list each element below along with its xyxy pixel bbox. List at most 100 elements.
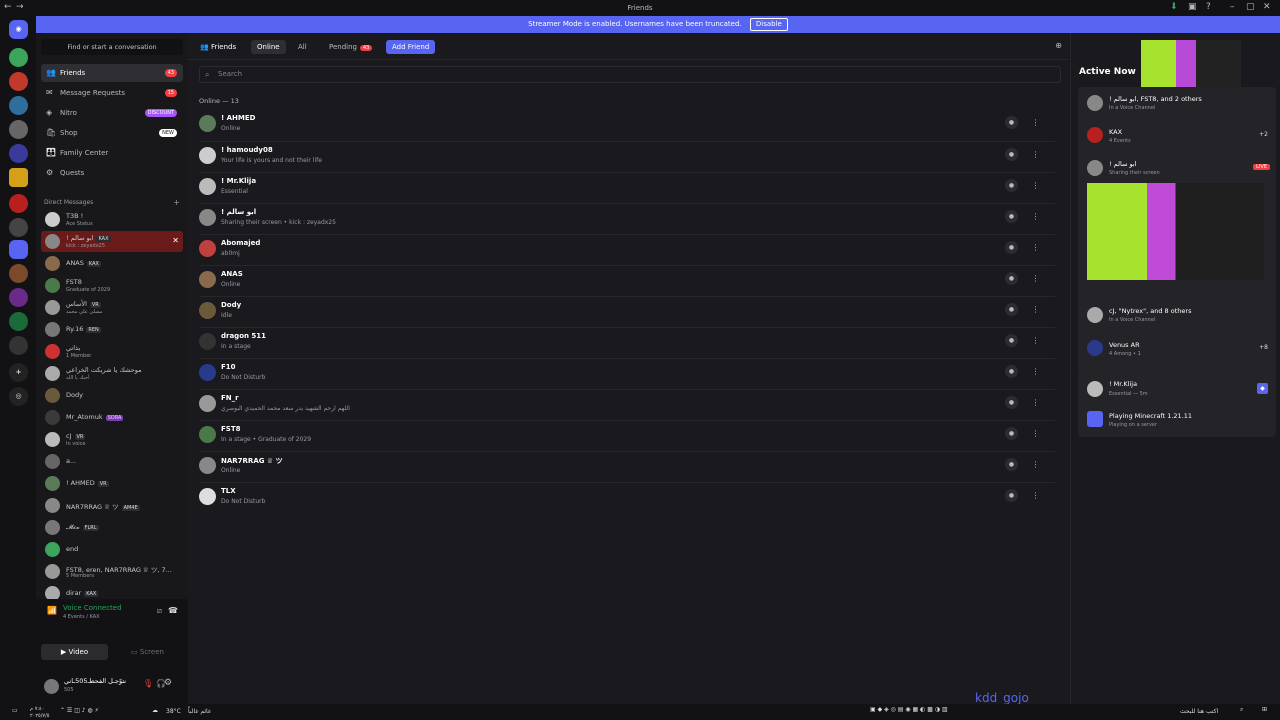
server-icon[interactable] bbox=[9, 312, 28, 331]
nav-shop[interactable]: 🛍 Shop NEW bbox=[41, 124, 183, 142]
stream-preview-overlay[interactable] bbox=[1141, 40, 1241, 93]
server-icon[interactable] bbox=[9, 72, 28, 91]
new-group-dm-icon[interactable]: ⊕ bbox=[1055, 41, 1062, 50]
maximize-icon[interactable]: ▢ bbox=[1246, 2, 1255, 12]
dm-item[interactable]: cJ VR In voice bbox=[41, 429, 183, 450]
taskbar-apps[interactable]: ▣ ◆ ◈ ◎ ▤ ◉ ▦ ◐ ▩ ◑ ▥ bbox=[870, 706, 948, 713]
friend-row[interactable]: ! ابو سالم Sharing their screen • kick : … bbox=[199, 203, 1055, 234]
close-dm-icon[interactable]: ✕ bbox=[172, 236, 179, 245]
more-icon[interactable]: ⋮ bbox=[1029, 210, 1042, 223]
disconnect-icon[interactable]: ☎ bbox=[168, 606, 178, 615]
server-icon[interactable] bbox=[9, 264, 28, 283]
message-icon[interactable]: ● bbox=[1005, 148, 1018, 161]
more-icon[interactable]: ⋮ bbox=[1029, 272, 1042, 285]
search-icon[interactable]: ⌕ bbox=[1240, 706, 1243, 714]
message-icon[interactable]: ● bbox=[1005, 489, 1018, 502]
friend-row[interactable]: NAR7RRAG ♕ ツ Online ● ⋮ bbox=[199, 451, 1055, 482]
add-server-icon[interactable]: + bbox=[9, 363, 28, 382]
taskbar-search[interactable]: اكتب هنا للبحث bbox=[1180, 708, 1218, 715]
friend-row[interactable]: Dody Idle ● ⋮ bbox=[199, 296, 1055, 327]
inbox-icon[interactable]: ▣ bbox=[1188, 2, 1197, 12]
dm-item[interactable]: FST8, eren, NAR7RRAG ♕ ツ, 7... 5 Members bbox=[41, 561, 183, 582]
message-icon[interactable]: ● bbox=[1005, 179, 1018, 192]
message-icon[interactable]: ● bbox=[1005, 272, 1018, 285]
message-icon[interactable]: ● bbox=[1005, 334, 1018, 347]
server-icon[interactable] bbox=[9, 194, 28, 213]
server-icon[interactable] bbox=[9, 218, 28, 237]
nav-message-requests[interactable]: ✉ Message Requests 15 bbox=[41, 84, 183, 102]
stream-preview[interactable] bbox=[1087, 183, 1264, 280]
dm-item[interactable]: ANAS KAX bbox=[41, 253, 183, 274]
server-icon[interactable] bbox=[9, 120, 28, 139]
friend-row[interactable]: F10 Do Not Disturb ● ⋮ bbox=[199, 358, 1055, 389]
noise-suppression-icon[interactable]: ⧄ bbox=[157, 606, 162, 616]
tab-online[interactable]: Online bbox=[251, 40, 286, 54]
mute-icon[interactable]: 🎙 bbox=[143, 679, 153, 688]
start-icon[interactable]: ⊞ bbox=[1262, 706, 1267, 713]
more-icon[interactable]: ⋮ bbox=[1029, 458, 1042, 471]
dm-item[interactable]: الأساس VR مسلي علي محمد bbox=[41, 297, 183, 318]
search-input[interactable]: ⌕ Search bbox=[199, 66, 1061, 83]
nav-nitro[interactable]: ◈ Nitro DISCOUNT bbox=[41, 104, 183, 122]
server-icon[interactable] bbox=[9, 288, 28, 307]
activity-card[interactable]: ! Mr.Klija Essential — 5m ◆ Playing Mine… bbox=[1078, 373, 1276, 437]
server-icon[interactable] bbox=[9, 336, 28, 355]
message-icon[interactable]: ● bbox=[1005, 210, 1018, 223]
tray-icons[interactable]: ⌃ ☰ ◫ ♪ ◍ ⚡ bbox=[60, 707, 99, 714]
dm-item[interactable]: T3B ! Ace Status bbox=[41, 209, 183, 230]
message-icon[interactable]: ● bbox=[1005, 458, 1018, 471]
tab-pending[interactable]: Pending 43 bbox=[323, 40, 378, 54]
download-icon[interactable]: ⬇ bbox=[1170, 2, 1178, 12]
user-panel[interactable]: نتوّجـل الفحطـ505ـاني 505 🎙 🎧 ⚙ bbox=[36, 670, 188, 704]
server-icon[interactable] bbox=[9, 144, 28, 163]
dm-item[interactable]: end bbox=[41, 539, 183, 560]
dm-item[interactable]: Dody bbox=[41, 385, 183, 406]
more-icon[interactable]: ⋮ bbox=[1029, 303, 1042, 316]
dm-item[interactable]: NAR7RRAG ♕ ツ AM4E bbox=[41, 495, 183, 516]
more-icon[interactable]: ⋮ bbox=[1029, 427, 1042, 440]
message-icon[interactable]: ● bbox=[1005, 396, 1018, 409]
message-icon[interactable]: ● bbox=[1005, 427, 1018, 440]
friend-row[interactable]: ! hamoudy08 Your life is yours and not th… bbox=[199, 141, 1055, 172]
server-icon[interactable] bbox=[9, 96, 28, 115]
settings-icon[interactable]: ⚙ bbox=[164, 678, 172, 688]
more-icon[interactable]: ⋮ bbox=[1029, 489, 1042, 502]
friend-row[interactable]: ! AHMED Online ● ⋮ bbox=[199, 110, 1055, 141]
more-icon[interactable]: ⋮ bbox=[1029, 365, 1042, 378]
more-icon[interactable]: ⋮ bbox=[1029, 334, 1042, 347]
dm-item[interactable]: Ry.16 REN bbox=[41, 319, 183, 340]
disable-button[interactable]: Disable bbox=[749, 18, 788, 31]
message-icon[interactable]: ● bbox=[1005, 116, 1018, 129]
dm-item[interactable]: ! ابو سالم KAX kick : zeyadx25 ✕ bbox=[41, 231, 183, 252]
nav-quests[interactable]: ⚙ Quests bbox=[41, 164, 183, 182]
friend-row[interactable]: Abomajed ab0mj ● ⋮ bbox=[199, 234, 1055, 265]
dm-item[interactable]: موحشك يا شريكت الخراعي أحبك يا الله bbox=[41, 363, 183, 384]
friend-row[interactable]: ANAS Online ● ⋮ bbox=[199, 265, 1055, 296]
create-dm-icon[interactable]: + bbox=[173, 198, 180, 207]
dm-item[interactable]: Mr_Atomuk SORA bbox=[41, 407, 183, 428]
dm-item[interactable]: FST8 Graduate of 2029 bbox=[41, 275, 183, 296]
help-icon[interactable]: ? bbox=[1206, 2, 1211, 12]
close-icon[interactable]: ✕ bbox=[1263, 2, 1271, 12]
nav-friends[interactable]: 👥 Friends 43 bbox=[41, 64, 183, 82]
dm-item[interactable]: a... bbox=[41, 451, 183, 472]
friend-row[interactable]: ! Mr.Klija Essential ● ⋮ bbox=[199, 172, 1055, 203]
tab-all[interactable]: All bbox=[292, 40, 313, 54]
screen-button[interactable]: ▭ Screen bbox=[114, 644, 181, 660]
friend-row[interactable]: FST8 In a stage • Graduate of 2029 ● ⋮ bbox=[199, 420, 1055, 451]
more-icon[interactable]: ⋮ bbox=[1029, 116, 1042, 129]
activity-card[interactable]: ! ابو سالم, FST8, and 2 others In a Voic… bbox=[1078, 87, 1276, 319]
friend-row[interactable]: TLX Do Not Disturb ● ⋮ bbox=[199, 482, 1055, 513]
more-icon[interactable]: ⋮ bbox=[1029, 241, 1042, 254]
activity-card[interactable]: cJ, "Nytrex", and 8 others In a Voice Ch… bbox=[1078, 299, 1276, 377]
message-icon[interactable]: ● bbox=[1005, 365, 1018, 378]
server-icon[interactable] bbox=[9, 48, 28, 67]
dm-item[interactable]: بذاتي 1 Member bbox=[41, 341, 183, 362]
notifications-icon[interactable]: ▭ bbox=[12, 707, 18, 714]
nav-family-center[interactable]: 👪 Family Center bbox=[41, 144, 183, 162]
server-icon[interactable] bbox=[9, 240, 28, 259]
more-icon[interactable]: ⋮ bbox=[1029, 179, 1042, 192]
message-icon[interactable]: ● bbox=[1005, 303, 1018, 316]
add-friend-button[interactable]: Add Friend bbox=[386, 40, 436, 54]
find-conversation-input[interactable]: Find or start a conversation bbox=[41, 39, 183, 55]
